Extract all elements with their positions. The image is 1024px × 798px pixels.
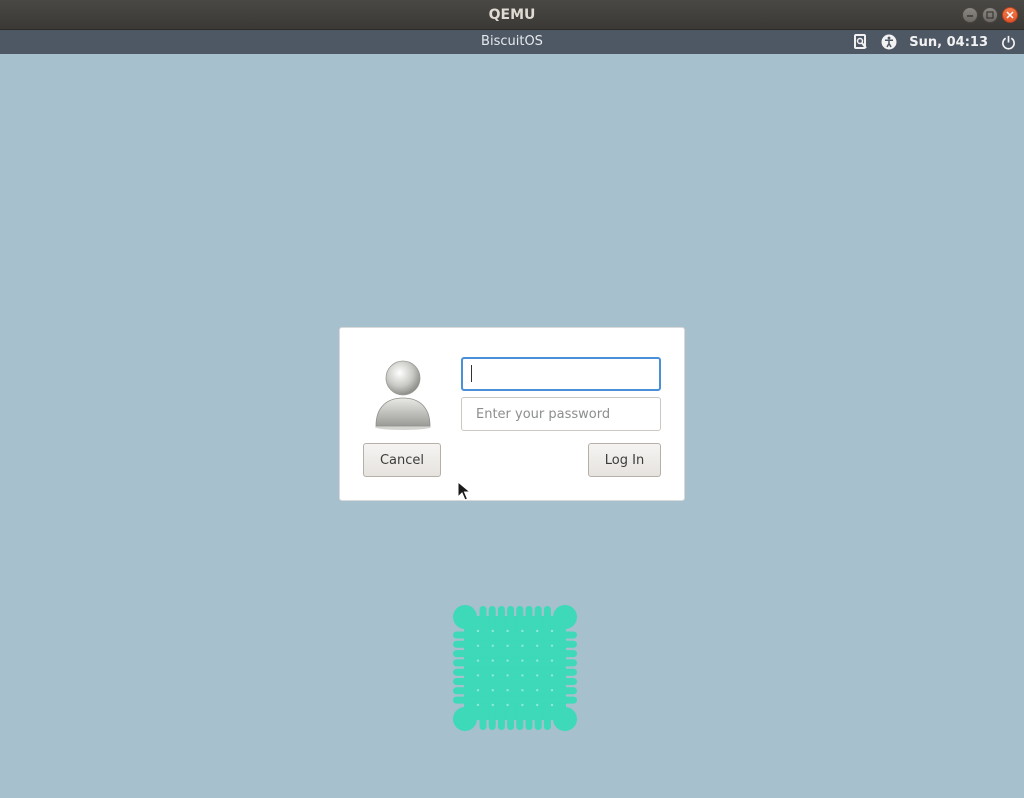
mouse-pointer-icon: [457, 481, 471, 501]
password-input[interactable]: [461, 397, 661, 431]
user-avatar-icon: [375, 360, 431, 430]
power-icon[interactable]: [1000, 34, 1016, 50]
maximize-icon: [986, 11, 994, 19]
close-button[interactable]: [1002, 7, 1018, 23]
indicator-area: Sun, 04:13: [853, 33, 1016, 51]
top-panel: BiscuitOS Sun, 04:13: [0, 30, 1024, 54]
log-in-button[interactable]: Log In: [588, 443, 661, 477]
minimize-icon: [967, 15, 973, 17]
cancel-button[interactable]: Cancel: [363, 443, 441, 477]
screen-reader-icon[interactable]: [853, 34, 869, 50]
minimize-button[interactable]: [962, 7, 978, 23]
clock-label[interactable]: Sun, 04:13: [909, 35, 988, 50]
maximize-button[interactable]: [982, 7, 998, 23]
text-caret: [471, 365, 472, 382]
window-title: QEMU: [488, 7, 536, 23]
username-input[interactable]: [461, 357, 661, 391]
biscuit-logo-icon: [453, 605, 577, 731]
login-dialog: Cancel Log In: [339, 327, 685, 501]
accessibility-icon[interactable]: [881, 34, 897, 50]
close-icon: [1006, 11, 1014, 19]
window-titlebar: QEMU: [0, 0, 1024, 30]
